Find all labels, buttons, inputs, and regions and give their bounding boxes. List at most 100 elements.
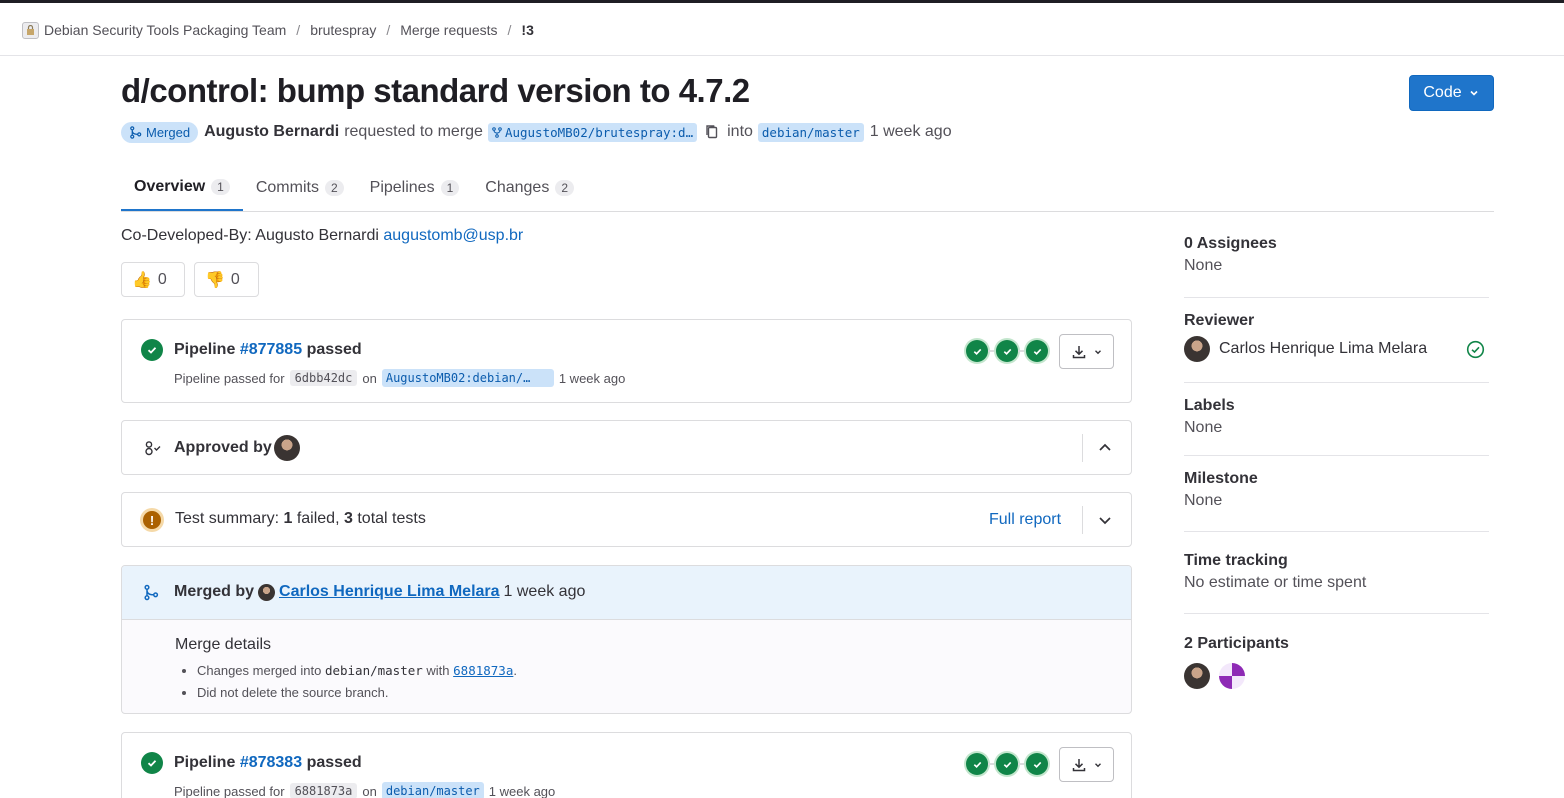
- merge-commit-link[interactable]: 6881873a: [453, 663, 513, 678]
- tab-changes[interactable]: Changes 2: [472, 164, 587, 211]
- labels-section: Labels None: [1184, 397, 1489, 437]
- stage-connector: [1018, 763, 1026, 765]
- participant-avatar[interactable]: [1219, 663, 1245, 689]
- breadcrumb-separator: /: [507, 22, 512, 38]
- milestone-section: Milestone None: [1184, 470, 1489, 510]
- chevron-up-icon[interactable]: [1096, 439, 1114, 457]
- tab-pipelines[interactable]: Pipelines 1: [357, 164, 473, 211]
- into-text: into: [727, 123, 753, 140]
- merger-link[interactable]: Carlos Henrique Lima Melara: [279, 583, 500, 601]
- sidebar-divider: [1184, 382, 1489, 383]
- stage-check-icon[interactable]: [1026, 753, 1048, 775]
- stage-check-icon[interactable]: [966, 753, 988, 775]
- commit-sha-link[interactable]: 6dbb42dc: [289, 370, 358, 386]
- chevron-down-icon: [1094, 349, 1101, 354]
- sidebar-divider: [1184, 531, 1489, 532]
- total-count: 3: [343, 510, 353, 527]
- merge-icon: [144, 584, 159, 601]
- reviewer-title: Reviewer: [1184, 312, 1255, 329]
- chevron-down-icon[interactable]: [1096, 511, 1114, 529]
- milestone-value: None: [1184, 492, 1223, 509]
- thumbs-up-icon: 👍: [132, 270, 152, 289]
- approved-by-label: Approved by: [174, 439, 272, 456]
- tab-count: 2: [324, 179, 344, 196]
- stage-check-icon[interactable]: [1026, 340, 1048, 362]
- ref-branch[interactable]: debian/master: [381, 782, 484, 798]
- status-badge-label: Merged: [146, 124, 191, 140]
- pipeline-widget: Pipeline #877885 passed Pipeline passed …: [121, 319, 1132, 403]
- breadcrumb-project[interactable]: brutespray: [310, 22, 376, 38]
- breadcrumb-merge-requests[interactable]: Merge requests: [400, 22, 497, 38]
- stage-connector: [988, 763, 996, 765]
- stage-check-icon[interactable]: [996, 753, 1018, 775]
- on-text: on: [362, 370, 377, 386]
- merged-time: 1 week ago: [503, 583, 586, 600]
- tab-commits[interactable]: Commits 2: [243, 164, 357, 211]
- status-badge: Merged: [121, 121, 199, 143]
- stage-check-icon[interactable]: [966, 340, 988, 362]
- check-circle-icon[interactable]: [141, 339, 163, 361]
- pipeline-id-link[interactable]: #877885: [240, 341, 302, 358]
- time-tracking-title: Time tracking: [1184, 552, 1288, 569]
- merge-details-list: Changes merged into debian/master with 6…: [197, 660, 517, 704]
- pipeline-label: Pipeline: [174, 341, 236, 358]
- pipeline-title: Pipeline #878383 passed: [174, 754, 362, 772]
- check-circle-icon[interactable]: [141, 752, 163, 774]
- stage-connector: [988, 350, 996, 352]
- pipeline-mini-graph: [966, 340, 1048, 362]
- download-icon: [1072, 758, 1085, 771]
- assignees-title: 0 Assignees: [1184, 235, 1277, 252]
- merged-widget: Merged by Carlos Henrique Lima Melara 1 …: [121, 565, 1132, 714]
- pipeline-sub-text: Pipeline passed for: [174, 370, 285, 386]
- description-text: Co-Developed-By: Augusto Bernardi: [121, 227, 379, 244]
- merger-avatar: [258, 583, 276, 601]
- tab-label: Commits: [255, 178, 319, 196]
- tab-count: 1: [440, 179, 460, 196]
- target-branch[interactable]: debian/master: [757, 122, 864, 142]
- on-text: on: [362, 783, 377, 798]
- thumbs-down-button[interactable]: 👎 0: [194, 262, 259, 297]
- reviewer-name[interactable]: Carlos Henrique Lima Melara: [1219, 340, 1427, 358]
- commit-sha-link[interactable]: 6881873a: [289, 783, 358, 798]
- stage-check-icon[interactable]: [996, 340, 1018, 362]
- code-button[interactable]: Code: [1409, 75, 1494, 111]
- list-item: Did not delete the source branch.: [197, 682, 517, 704]
- breadcrumb-group[interactable]: Debian Security Tools Packaging Team: [44, 22, 286, 38]
- pipeline-title: Pipeline #877885 passed: [174, 341, 362, 359]
- chevron-down-icon: [1094, 762, 1101, 767]
- pipeline-subtitle: Pipeline passed for 6881873a on debian/m…: [174, 782, 555, 798]
- merged-by-label: Merged by: [174, 583, 255, 600]
- tab-label: Pipelines: [369, 178, 435, 196]
- author-link[interactable]: Augusto Bernardi: [204, 123, 339, 141]
- time-tracking-section: Time tracking No estimate or time spent: [1184, 552, 1489, 592]
- test-summary-widget: ! Test summary: 1 failed, 3 total tests …: [121, 492, 1132, 547]
- detail-text: with: [426, 663, 450, 678]
- pipeline-time: 1 week ago: [488, 783, 556, 798]
- source-branch[interactable]: AugustoMB02/brutespray:d…: [487, 122, 698, 142]
- thumbs-up-count: 0: [157, 270, 167, 288]
- breadcrumb-current-mr[interactable]: !3: [521, 22, 533, 38]
- email-link[interactable]: augustomb@usp.br: [383, 227, 523, 244]
- merge-icon: [130, 125, 142, 139]
- copy-icon[interactable]: [705, 124, 719, 140]
- thumbs-up-button[interactable]: 👍 0: [121, 262, 185, 297]
- sidebar-divider: [1184, 297, 1489, 298]
- download-icon: [1072, 345, 1085, 358]
- ref-branch[interactable]: AugustoMB02:debian/…: [381, 369, 554, 387]
- participant-avatar[interactable]: [1184, 663, 1210, 689]
- failed-count: 1: [283, 510, 293, 527]
- requested-text: requested to merge: [344, 123, 483, 140]
- detail-branch: debian/master: [324, 663, 423, 678]
- pipeline-status: passed: [306, 754, 362, 771]
- artifacts-download-button[interactable]: [1059, 747, 1114, 782]
- reviewer-avatar[interactable]: [1184, 336, 1210, 362]
- source-branch-label: AugustoMB02/brutespray:d…: [504, 124, 694, 140]
- full-report-link[interactable]: Full report: [989, 511, 1061, 529]
- tabs-divider: [121, 211, 1494, 212]
- milestone-title: Milestone: [1184, 470, 1258, 487]
- warning-icon: !: [140, 508, 164, 532]
- artifacts-download-button[interactable]: [1059, 334, 1114, 369]
- tab-overview[interactable]: Overview 1: [121, 164, 243, 211]
- pipeline-id-link[interactable]: #878383: [240, 754, 302, 771]
- approver-avatar[interactable]: [274, 435, 300, 461]
